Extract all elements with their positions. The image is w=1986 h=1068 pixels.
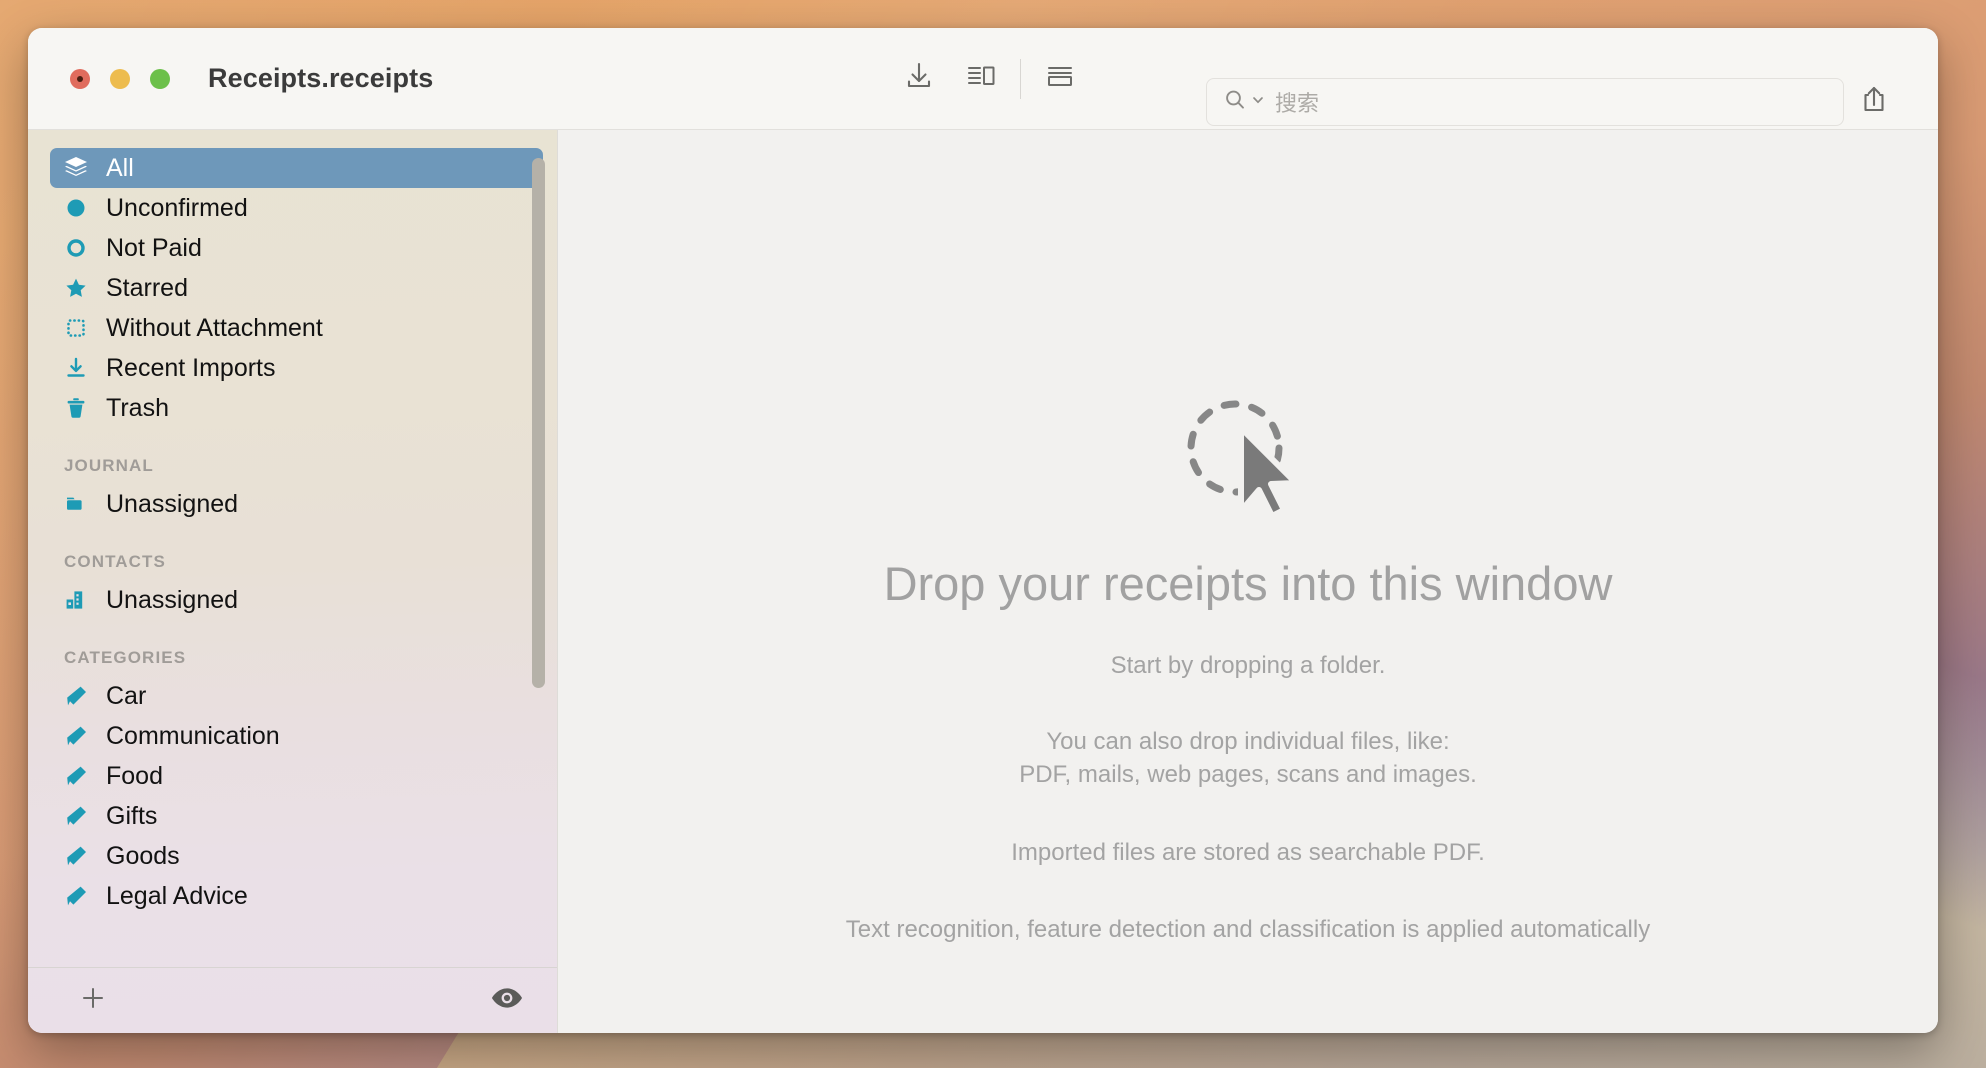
sidebar-split-view-icon <box>965 60 997 97</box>
filled-circle-icon <box>62 197 90 219</box>
sidebar-scrollbar[interactable] <box>532 158 545 688</box>
sidebar-item-category-communication[interactable]: Communication <box>50 716 543 756</box>
sidebar-item-category-food[interactable]: Food <box>50 756 543 796</box>
sidebar-item-label: Gifts <box>106 801 158 830</box>
tag-icon <box>62 803 90 829</box>
traffic-light-group <box>70 68 170 89</box>
search-field[interactable]: 搜索 <box>1206 78 1844 126</box>
drop-hint-folder: Start by dropping a folder. <box>1110 652 1386 679</box>
search-placeholder: 搜索 <box>1275 91 1320 116</box>
list-view-button[interactable] <box>1029 48 1091 110</box>
sidebar-item-label: Starred <box>106 273 188 302</box>
chevron-down-icon[interactable] <box>1251 93 1265 112</box>
sidebar-item-recent-imports[interactable]: Recent Imports <box>50 348 543 388</box>
sidebar-scrollbar-thumb[interactable] <box>532 158 545 688</box>
hollow-circle-icon <box>62 237 90 259</box>
drop-hint-searchable-pdf: Imported files are stored as searchable … <box>1011 838 1485 866</box>
sidebar-item-label: All <box>106 153 134 182</box>
trash-icon <box>62 396 90 420</box>
section-header-journal: JOURNAL <box>64 456 154 475</box>
folder-icon <box>62 492 90 516</box>
sidebar-item-category-car[interactable]: Car <box>50 676 543 716</box>
sidebar-item-label: Recent Imports <box>106 353 276 382</box>
sidebar-footer <box>28 967 557 1033</box>
sidebar-item-contacts-unassigned[interactable]: Unassigned <box>50 580 543 620</box>
main-content-area[interactable]: Drop your receipts into this window Star… <box>558 130 1938 1033</box>
section-header-categories: CATEGORIES <box>64 648 187 667</box>
sidebar-scroll-area[interactable]: All Unconfirmed Not Paid Starred Without… <box>28 130 557 967</box>
sidebar-item-all[interactable]: All <box>50 148 543 188</box>
toolbar-divider <box>1020 58 1021 99</box>
sidebar-item-label: Without Attachment <box>106 313 323 342</box>
sidebar-toggle-button[interactable] <box>950 48 1012 110</box>
drop-title: Drop your receipts into this window <box>883 557 1613 610</box>
tag-icon <box>62 723 90 749</box>
section-header-contacts: CONTACTS <box>64 552 166 571</box>
sidebar-item-journal-unassigned[interactable]: Unassigned <box>50 484 543 524</box>
drop-hint-auto-classification: Text recognition, feature detection and … <box>845 916 1651 944</box>
preview-toggle-button[interactable] <box>491 987 523 1014</box>
download-icon <box>902 59 936 98</box>
tag-icon <box>62 883 90 909</box>
drop-hint-files-intro: You can also drop individual files, like… <box>1046 727 1450 755</box>
sidebar-item-label: Unassigned <box>106 489 239 518</box>
cursor-drop-target-icon <box>1183 398 1313 528</box>
tag-icon <box>62 763 90 789</box>
zoom-button[interactable] <box>150 68 170 89</box>
list-view-icon <box>1044 60 1076 97</box>
window-titlebar: Receipts.receipts 搜索 <box>28 28 1938 130</box>
sidebar-item-starred[interactable]: Starred <box>50 268 543 308</box>
drop-hint-file-types: PDF, mails, web pages, scans and images. <box>1019 761 1477 789</box>
sidebar-item-category-legal-advice[interactable]: Legal Advice <box>50 876 543 916</box>
sidebar-item-label: Legal Advice <box>106 881 248 910</box>
window-title: Receipts.receipts <box>208 63 434 93</box>
download-icon <box>62 356 90 380</box>
close-button[interactable] <box>70 68 90 89</box>
sidebar-item-label: Food <box>106 761 163 790</box>
sidebar-item-label: Unassigned <box>106 585 239 614</box>
import-button[interactable] <box>888 48 950 110</box>
add-button[interactable] <box>78 983 108 1018</box>
sidebar-item-unconfirmed[interactable]: Unconfirmed <box>50 188 543 228</box>
building-icon <box>62 588 90 612</box>
share-button[interactable] <box>1850 78 1898 126</box>
layers-stack-icon <box>62 155 90 181</box>
minimize-button[interactable] <box>110 68 130 89</box>
sidebar-item-label: Unconfirmed <box>106 193 248 222</box>
sidebar-item-label: Goods <box>106 841 180 870</box>
sidebar-item-trash[interactable]: Trash <box>50 388 543 428</box>
app-window: Receipts.receipts 搜索 All Unconfirmed Not… <box>28 28 1938 1033</box>
sidebar-item-label: Car <box>106 681 147 710</box>
sidebar-item-category-goods[interactable]: Goods <box>50 836 543 876</box>
desktop-wallpaper: Receipts.receipts 搜索 All Unconfirmed Not… <box>0 0 1986 1068</box>
sidebar-item-without-attachment[interactable]: Without Attachment <box>50 308 543 348</box>
sidebar-item-label: Trash <box>106 393 169 422</box>
toolbar-buttons <box>888 28 1091 129</box>
tag-icon <box>62 843 90 869</box>
sidebar-item-label: Communication <box>106 721 280 750</box>
sidebar-item-category-gifts[interactable]: Gifts <box>50 796 543 836</box>
window-body: All Unconfirmed Not Paid Starred Without… <box>28 130 1938 1033</box>
share-icon <box>1857 83 1891 122</box>
star-icon <box>62 276 90 300</box>
dotted-square-icon <box>62 317 90 339</box>
tag-icon <box>62 683 90 709</box>
sidebar-item-label: Not Paid <box>106 233 202 262</box>
sidebar-item-not-paid[interactable]: Not Paid <box>50 228 543 268</box>
search-icon <box>1223 88 1247 117</box>
sidebar: All Unconfirmed Not Paid Starred Without… <box>28 130 558 1033</box>
